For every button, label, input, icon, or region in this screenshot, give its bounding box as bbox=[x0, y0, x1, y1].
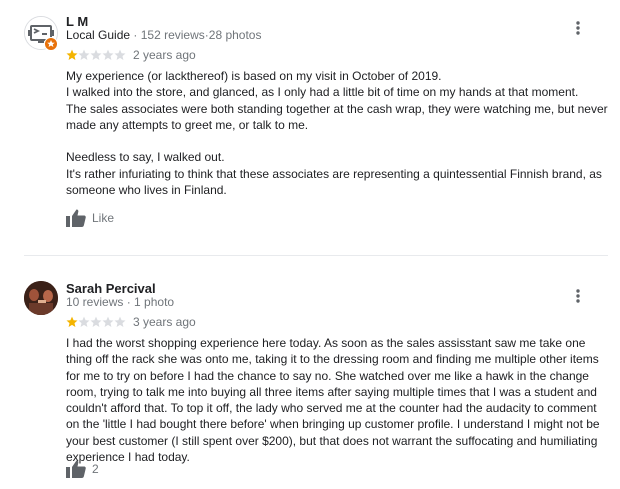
reviewer-name[interactable]: Sarah Percival bbox=[66, 281, 156, 296]
photos-count: 1 photo bbox=[134, 295, 175, 309]
star-rating bbox=[66, 316, 126, 328]
star-icon bbox=[90, 316, 102, 327]
profile-photo-icon bbox=[24, 281, 58, 315]
star-rating bbox=[66, 49, 126, 61]
reviews-count: 152 reviews bbox=[140, 28, 205, 42]
star-icon bbox=[114, 49, 126, 60]
star-icon bbox=[78, 316, 90, 327]
review-date: 2 years ago bbox=[133, 48, 196, 62]
review-divider bbox=[24, 255, 608, 256]
reviewer-avatar[interactable] bbox=[24, 281, 58, 315]
like-button[interactable]: Like bbox=[66, 209, 114, 227]
star-icon bbox=[66, 316, 78, 327]
star-icon bbox=[114, 316, 126, 327]
local-guide-label: Local Guide bbox=[66, 28, 131, 42]
thumbs-up-icon bbox=[66, 209, 86, 227]
thumbs-up-icon bbox=[66, 460, 86, 478]
reviews-count: 10 reviews bbox=[66, 295, 124, 309]
meta-separator: · bbox=[126, 295, 131, 309]
star-icon bbox=[102, 316, 114, 327]
more-options-button[interactable] bbox=[566, 16, 590, 40]
star-icon bbox=[90, 49, 102, 60]
like-count: 2 bbox=[92, 462, 99, 476]
more-options-icon bbox=[576, 21, 580, 35]
review-text: I had the worst shopping experience here… bbox=[66, 336, 600, 465]
meta-separator: · bbox=[133, 28, 138, 42]
star-icon bbox=[78, 49, 90, 60]
star-icon bbox=[102, 49, 114, 60]
photos-count: 28 photos bbox=[208, 28, 262, 42]
star-icon bbox=[66, 49, 78, 60]
reviewer-meta: Local Guide · 152 reviews·28 photos bbox=[66, 28, 261, 42]
like-label: Like bbox=[92, 211, 115, 225]
more-options-button[interactable] bbox=[566, 284, 590, 308]
review-date: 3 years ago bbox=[133, 315, 196, 329]
more-options-icon bbox=[576, 289, 580, 303]
reviewer-name[interactable]: L M bbox=[66, 14, 88, 29]
local-guide-badge-icon bbox=[44, 37, 58, 51]
like-button[interactable]: 2 bbox=[66, 460, 99, 478]
review-text: My experience (or lackthereof) is based … bbox=[66, 69, 608, 198]
reviewer-meta: 10 reviews · 1 photo bbox=[66, 295, 174, 309]
